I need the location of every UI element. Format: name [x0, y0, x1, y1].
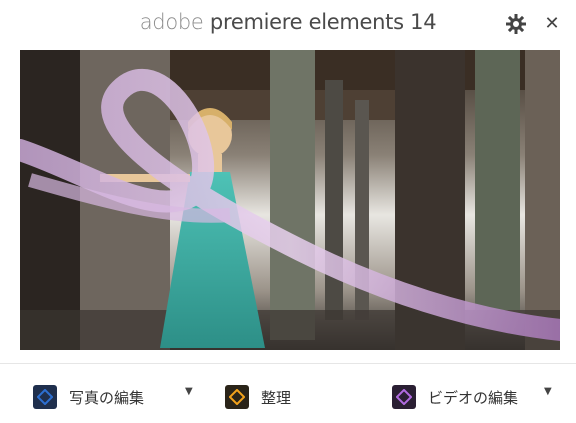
photo-editor-dropdown[interactable]: ▼: [185, 386, 193, 397]
organizer-label: 整理: [261, 388, 292, 407]
video-editor-icon: [392, 385, 416, 409]
title-bar: adobe premiere elements 14 ✕: [0, 0, 576, 48]
launcher-bar: 写真の編集 ▼ 整理 ビデオの編集 ▼: [0, 363, 576, 423]
hero-image: [20, 50, 560, 350]
title-brand: adobe: [139, 10, 204, 34]
video-editor-dropdown[interactable]: ▼: [544, 386, 552, 397]
organizer-icon: [225, 385, 249, 409]
gear-icon[interactable]: [504, 12, 528, 36]
close-icon[interactable]: ✕: [540, 12, 564, 36]
photo-editor-button[interactable]: 写真の編集: [33, 383, 144, 411]
photo-editor-label: 写真の編集: [69, 388, 145, 407]
photo-editor-icon: [33, 385, 57, 409]
app-title: adobe premiere elements 14: [0, 10, 576, 34]
organizer-button[interactable]: 整理: [225, 383, 291, 411]
title-product: premiere elements 14: [209, 10, 437, 34]
video-editor-button[interactable]: ビデオの編集: [392, 383, 518, 411]
video-editor-label: ビデオの編集: [428, 388, 519, 407]
